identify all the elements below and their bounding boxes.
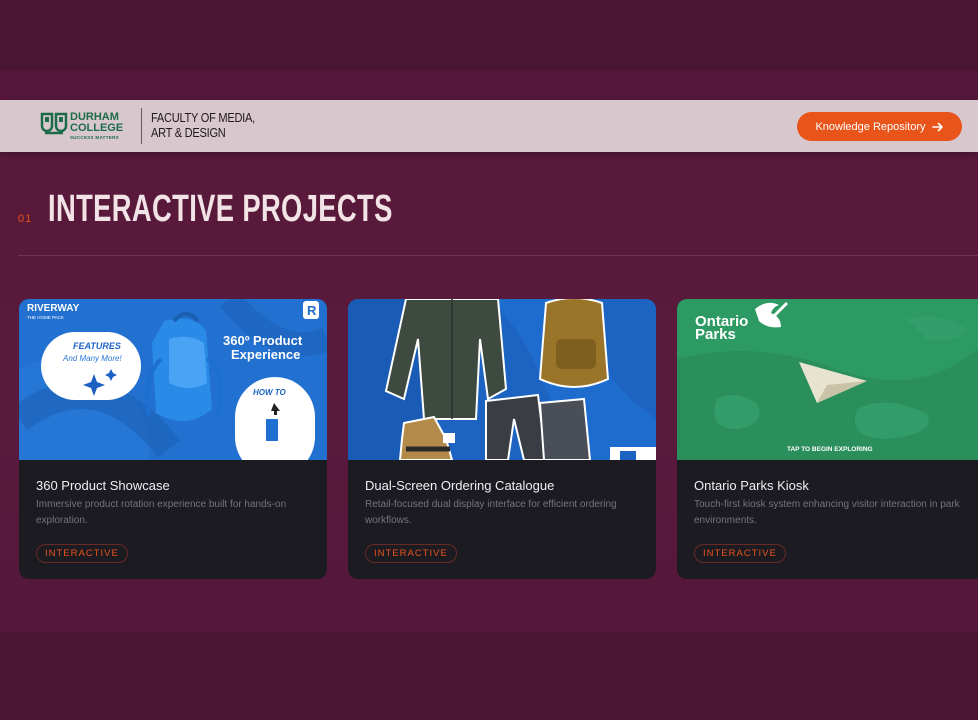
card-title[interactable]: Dual-Screen Ordering Catalogue — [365, 478, 554, 493]
riverway-brand-sub: THE HOME PACK — [27, 315, 64, 320]
faculty-name: FACULTY OF MEDIA, ART & DESIGN — [151, 110, 255, 140]
project-card-360-product-showcase[interactable]: R RIVERWAY THE HOME PACK FEATURES And Ma… — [19, 299, 327, 579]
shield-icon — [40, 112, 68, 135]
section-divider — [18, 255, 978, 256]
page-footer-band — [0, 632, 978, 720]
card-description: Retail-focused dual display interface fo… — [365, 499, 617, 526]
card-title[interactable]: 360 Product Showcase — [36, 478, 170, 493]
logo-tagline: SUCCESS MATTERS — [70, 135, 119, 140]
card-description: Immersive product rotation experience bu… — [36, 499, 287, 526]
knowledge-repository-label: Knowledge Repository — [815, 120, 926, 133]
card-title[interactable]: Ontario Parks Kiosk — [694, 478, 809, 493]
features-text: FEATURES — [73, 341, 121, 351]
section-number: 01 — [18, 213, 33, 225]
project-card-ontario-parks-kiosk[interactable]: Ontario Parks TAP TO BEGIN EXPLORING Ont… — [677, 299, 978, 579]
headline-experience: Experience — [231, 347, 300, 362]
headline-360: 360º Product — [223, 333, 303, 348]
how-to-text: HOW TO — [253, 388, 287, 397]
card-description: Touch-first kiosk system enhancing visit… — [694, 499, 960, 526]
section-title: INTERACTIVE PROJECTS — [48, 188, 393, 230]
ontario-parks-map-illustration: Ontario Parks TAP TO BEGIN EXPLORING — [677, 299, 978, 460]
many-more-text: And Many More! — [62, 354, 122, 363]
logo-wordmark: DURHAM COLLEGE — [70, 111, 124, 134]
svg-text:R: R — [307, 303, 317, 318]
catalogue-apparel-illustration — [348, 299, 656, 460]
card-tag-interactive: INTERACTIVE — [694, 544, 786, 563]
tap-to-begin-prompt: TAP TO BEGIN EXPLORING — [787, 446, 873, 453]
card-thumbnail — [348, 299, 656, 460]
card-thumbnail: Ontario Parks TAP TO BEGIN EXPLORING — [677, 299, 978, 460]
card-tag-interactive: INTERACTIVE — [365, 544, 457, 563]
durham-college-logo[interactable]: DURHAM COLLEGE SUCCESS MATTERS — [40, 111, 130, 141]
riverway-brand: RIVERWAY — [27, 303, 80, 314]
card-tag-interactive: INTERACTIVE — [36, 544, 128, 563]
parks-brand: Parks — [695, 326, 736, 343]
knowledge-repository-button[interactable]: Knowledge Repository — [797, 112, 962, 141]
card-thumbnail: R RIVERWAY THE HOME PACK FEATURES And Ma… — [19, 299, 327, 460]
project-card-dual-screen-ordering-catalogue[interactable]: Dual-Screen Ordering Catalogue Retail-fo… — [348, 299, 656, 579]
header-divider — [141, 108, 142, 144]
arrow-right-icon — [931, 122, 943, 131]
product-showcase-illustration: R RIVERWAY THE HOME PACK FEATURES And Ma… — [19, 299, 327, 460]
